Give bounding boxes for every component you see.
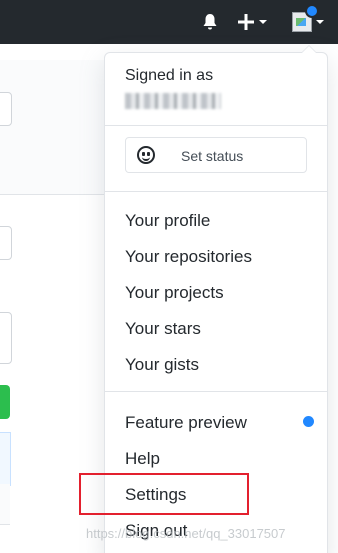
- menu-item-your-stars[interactable]: Your stars: [125, 319, 201, 339]
- plus-icon: [238, 14, 254, 30]
- set-status-label: Set status: [181, 148, 244, 164]
- bell-icon: [203, 14, 217, 30]
- notifications-button[interactable]: [196, 0, 224, 44]
- notification-indicator: [305, 4, 319, 18]
- background-green-button: [0, 385, 10, 419]
- watermark: https://blog.csdn.net/qq_33017507: [86, 526, 286, 541]
- menu-item-your-profile[interactable]: Your profile: [125, 211, 210, 231]
- create-new-button[interactable]: [232, 0, 272, 44]
- feature-preview-indicator: [303, 416, 314, 427]
- background-panel: [0, 60, 104, 195]
- menu-item-your-projects[interactable]: Your projects: [125, 283, 224, 303]
- menu-item-your-repositories[interactable]: Your repositories: [125, 247, 252, 267]
- page: Signed in as Set status Your profile You…: [0, 0, 338, 553]
- top-header: [0, 0, 338, 44]
- background-input: [0, 92, 12, 126]
- background-card: [0, 312, 12, 364]
- divider: [105, 125, 327, 126]
- menu-item-your-gists[interactable]: Your gists: [125, 355, 199, 375]
- divider: [105, 391, 327, 392]
- smiley-icon: [137, 146, 155, 164]
- signed-in-label: Signed in as: [125, 67, 214, 84]
- menu-item-help[interactable]: Help: [125, 449, 160, 469]
- settings-highlight-box: [79, 473, 249, 515]
- username-redacted: [125, 93, 221, 109]
- divider: [105, 191, 327, 192]
- menu-item-feature-preview[interactable]: Feature preview: [125, 413, 247, 433]
- background-info-row: [0, 432, 11, 486]
- chevron-down-icon: [259, 20, 267, 24]
- background-row: [0, 484, 10, 525]
- set-status-button[interactable]: Set status: [125, 137, 307, 173]
- chevron-down-icon: [316, 20, 324, 24]
- background-button: [0, 226, 12, 260]
